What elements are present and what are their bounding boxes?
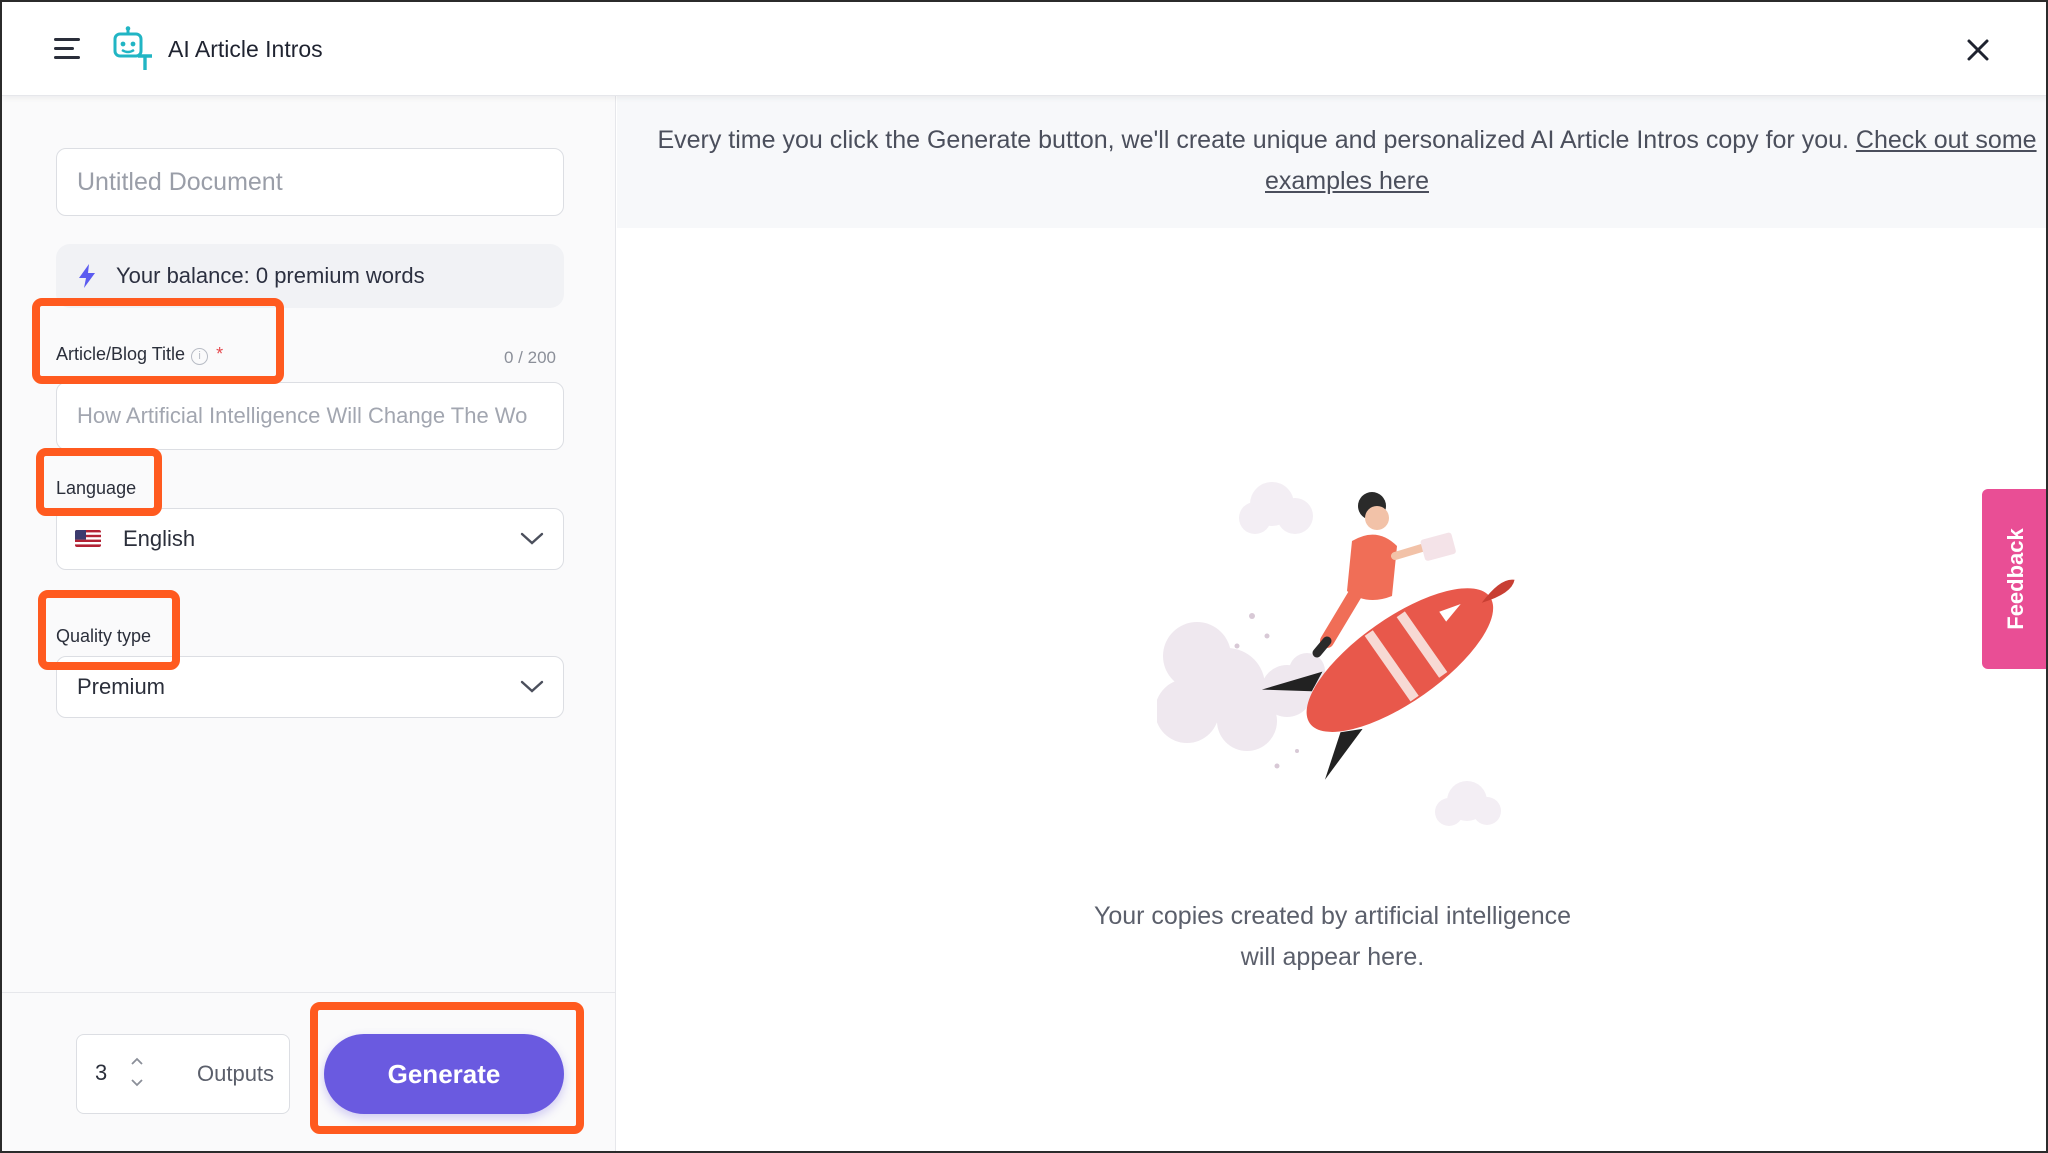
balance-text: Your balance: 0 premium words [116,263,425,288]
language-select[interactable]: English [56,508,564,570]
empty-state-line-2: will appear here. [1240,943,1425,971]
character-counter: 0 / 200 [504,348,556,367]
us-flag-icon [75,530,101,547]
article-title-label-text: Article/Blog Title [56,344,186,364]
close-icon[interactable] [1964,36,1992,64]
app-window: AI Article Intros Your balance: 0 premiu… [0,0,2048,1153]
chevron-down-icon [520,680,544,693]
language-value: English [123,526,196,551]
app-header: AI Article Intros [2,2,2046,96]
quality-type-label: Quality type [56,626,152,646]
outputs-value[interactable]: 3 [95,1060,107,1086]
notice-text: Every time you click the Generate button… [647,120,2046,202]
notice-message: Every time you click the Generate button… [657,126,1849,154]
bolt-icon [79,264,95,288]
chevron-down-icon[interactable] [129,1077,145,1089]
cloud-small-top [1239,482,1313,534]
empty-state-message: Your copies created by artificial intell… [617,896,2046,978]
chevron-down-icon [520,532,544,545]
cloud-small-bottom [1435,781,1501,826]
feedback-label: Feedback [2003,528,2028,630]
article-title-label: Article/Blog Title i * [56,344,223,365]
outputs-label: Outputs [197,1061,275,1086]
chevron-up-icon[interactable] [129,1055,145,1067]
app-title: AI Article Intros [168,36,323,62]
language-label: Language [56,478,137,498]
results-panel: Every time you click the Generate button… [617,96,2046,1151]
article-title-input[interactable] [56,382,564,450]
form-panel: Your balance: 0 premium words Article/Bl… [2,96,616,1151]
quality-type-select[interactable]: Premium [56,656,564,718]
rocket-illustration [1157,482,1515,826]
generate-button[interactable]: Generate [324,1034,564,1114]
empty-state-line-1: Your copies created by artificial intell… [1093,902,1572,930]
robot-logo-icon [113,26,152,70]
quality-type-value: Premium [77,674,166,699]
menu-icon[interactable] [54,36,84,62]
document-title-input[interactable] [56,148,564,216]
info-icon[interactable]: i [191,348,209,365]
info-notice: Every time you click the Generate button… [617,96,2046,228]
balance-banner: Your balance: 0 premium words [56,244,564,308]
feedback-tab[interactable]: Feedback [1982,489,2046,669]
required-marker: * [216,344,224,364]
outputs-stepper[interactable]: 3 Outputs [76,1034,290,1114]
